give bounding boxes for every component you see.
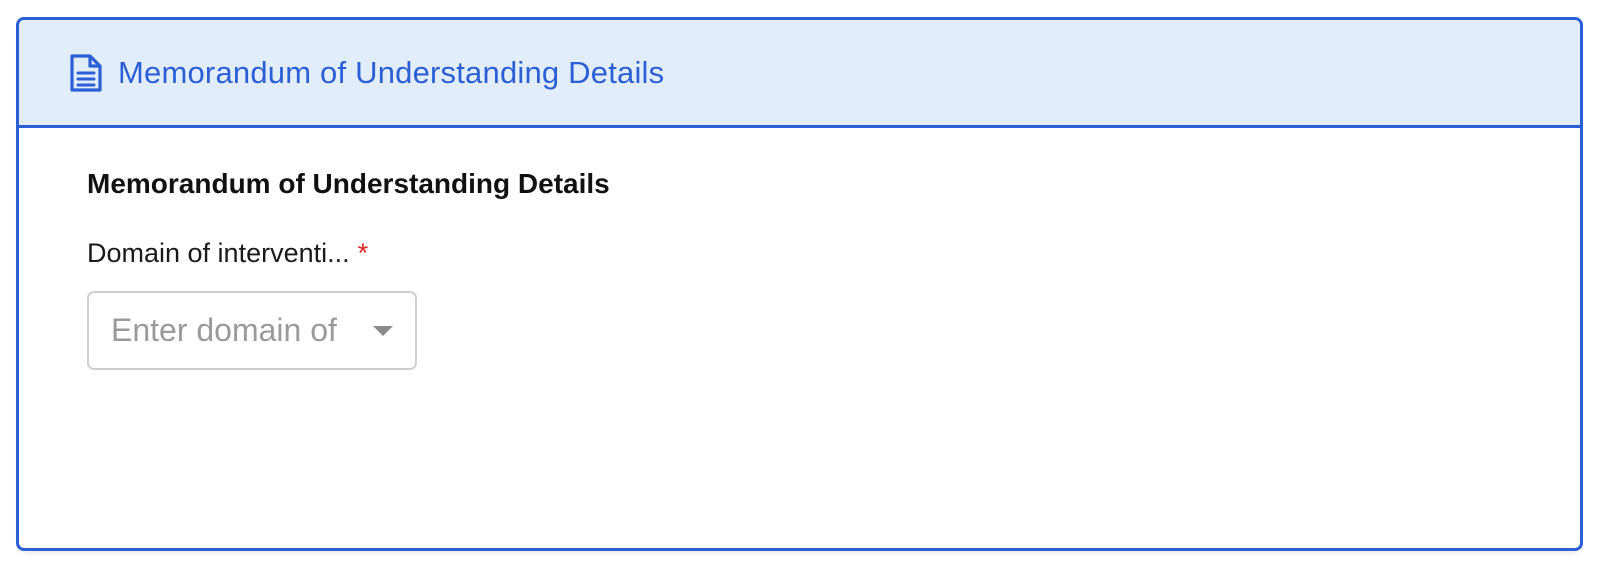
card-body: Memorandum of Understanding Details Doma… [19,128,1580,370]
domain-of-intervention-label: Domain of interventi... * [87,238,1580,269]
card-header: Memorandum of Understanding Details [19,20,1580,128]
required-marker: * [357,238,369,268]
document-icon [68,53,104,93]
chevron-down-icon[interactable] [373,325,393,336]
card-header-title: Memorandum of Understanding Details [118,54,665,90]
field-label-text: Domain of interventi... [87,238,350,268]
domain-of-intervention-select[interactable]: Enter domain of [87,291,417,370]
section-title: Memorandum of Understanding Details [87,168,610,199]
select-placeholder: Enter domain of [111,312,337,348]
mou-details-card: Memorandum of Understanding Details Memo… [16,17,1583,551]
